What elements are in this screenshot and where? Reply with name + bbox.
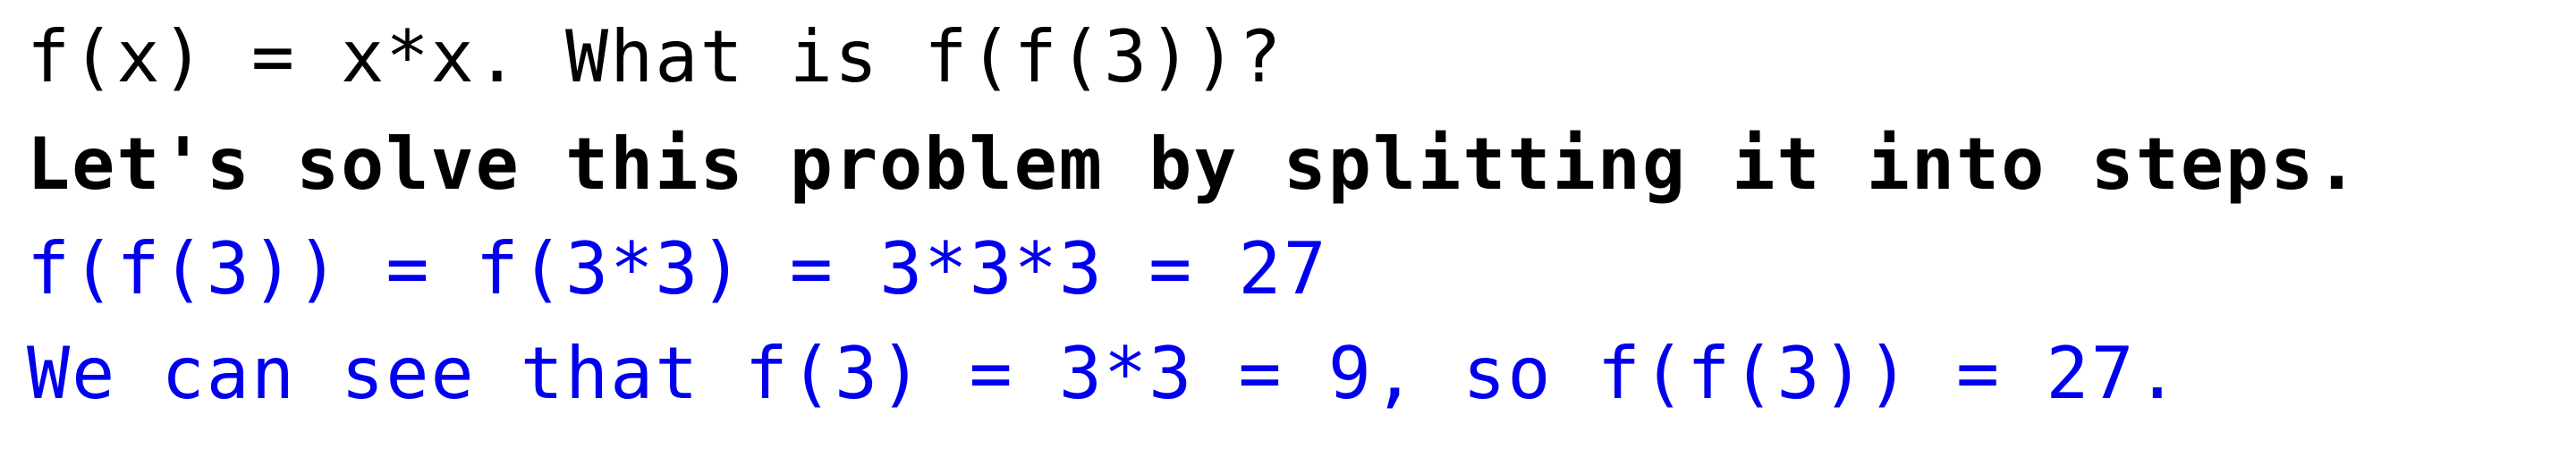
text-document: f(x) = x*x. What is f(f(3))? Let's solve…: [27, 0, 2549, 458]
instruction-text: Let's solve this problem by splitting it…: [27, 123, 2360, 206]
prompt-text: f(x) = x*x. What is f(f(3))?: [27, 15, 1284, 98]
response-step-2: We can see that f(3) = 3*3 = 9, so f(f(3…: [27, 332, 2181, 415]
response-step-1: f(f(3)) = f(3*3) = 3*3*3 = 27: [27, 227, 1328, 310]
